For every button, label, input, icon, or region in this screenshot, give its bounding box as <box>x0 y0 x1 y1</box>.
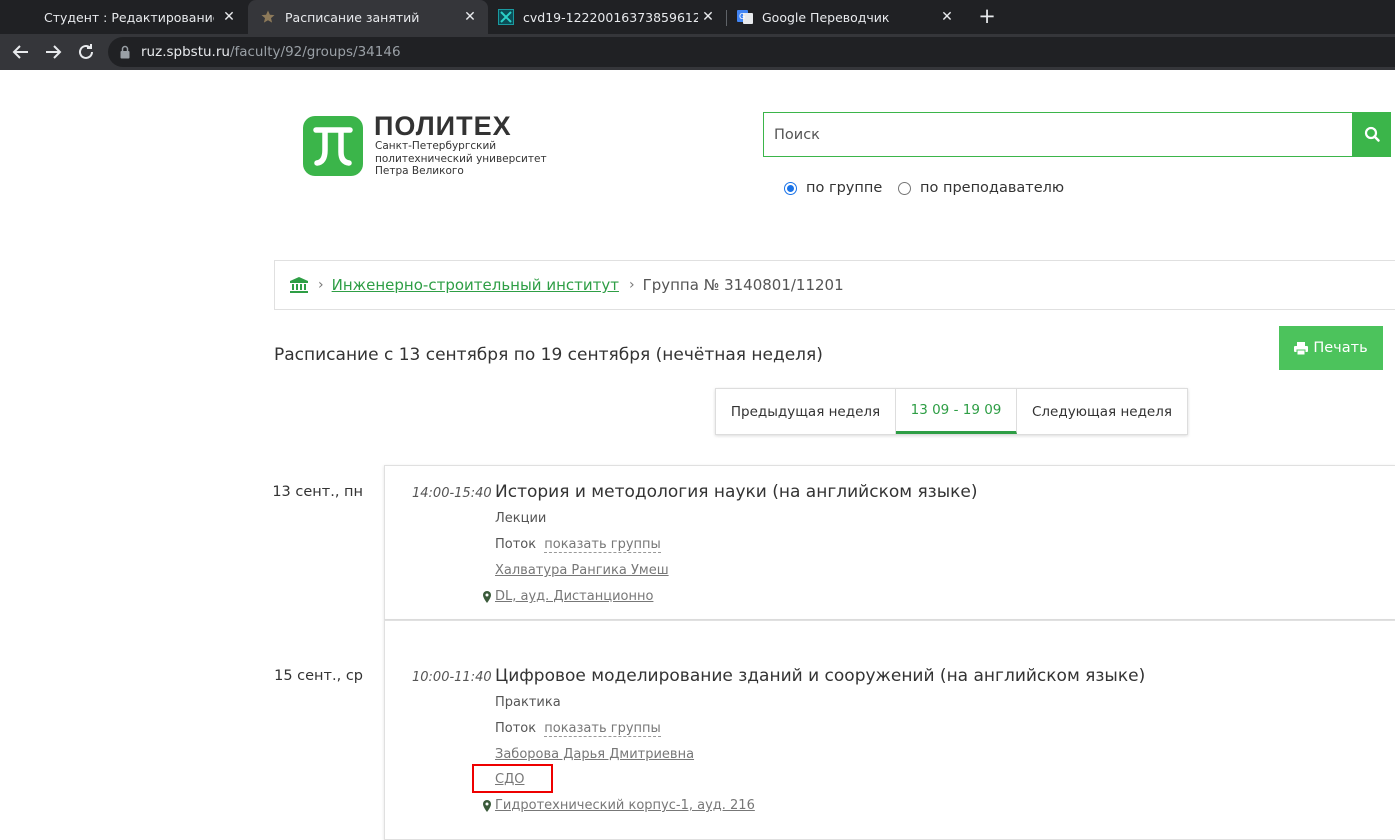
close-icon[interactable]: ✕ <box>462 9 478 25</box>
radio-by-group-label: по группе <box>806 180 883 196</box>
radio-by-teacher-label: по преподавателю <box>920 180 1065 196</box>
page-content: ПОЛИТЕХ Санкт-Петербургский политехничес… <box>0 70 1395 840</box>
svg-text:G: G <box>739 12 745 21</box>
lesson-place: Гидротехнический корпус-1, ауд. 216 <box>483 798 755 813</box>
brand-subtitle: Санкт-Петербургский политехнический унив… <box>375 140 575 178</box>
lesson-place: DL, ауд. Дистанционно <box>483 589 653 604</box>
browser-tab-title: Google Переводчик <box>762 9 890 25</box>
day-date: 15 сент., ср <box>274 668 363 684</box>
lesson-time: 14:00-15:40 <box>412 486 492 501</box>
home-institution-icon[interactable] <box>290 277 308 293</box>
schedule-title: Расписание с 13 сентября по 19 сентября … <box>274 345 823 365</box>
close-icon[interactable]: ✕ <box>221 9 237 25</box>
print-button-label: Печать <box>1313 340 1368 356</box>
show-groups-link[interactable]: показать группы <box>544 537 661 553</box>
brand-subtitle-line: политехнический университет <box>375 152 547 165</box>
stream-label: Поток <box>495 537 537 552</box>
browser-tab[interactable]: G Google Переводчик ✕ <box>727 0 965 34</box>
lesson-teacher: Заборова Дарья Дмитриевна <box>495 747 694 762</box>
browser-tab-title: Студент : Редактирование комм <box>44 9 214 25</box>
radio-by-group[interactable]: по группе <box>784 180 882 196</box>
next-week-button[interactable]: Следующая неделя <box>1017 389 1187 434</box>
browser-tab-title: cvd19-12220016373859612523 <box>523 9 698 25</box>
browser-tab[interactable]: cvd19-12220016373859612523 ✕ <box>488 0 726 34</box>
address-bar[interactable]: ruz.spbstu.ru/faculty/92/groups/34146 <box>108 37 1395 67</box>
day-date: 13 сент., пн <box>272 484 363 500</box>
browser-tab-title: Расписание занятий <box>285 9 420 25</box>
stream-label: Поток <box>495 721 537 736</box>
browser-tab[interactable]: Студент : Редактирование комм ✕ <box>0 0 247 34</box>
radio-button[interactable] <box>898 181 911 195</box>
lesson-subject: История и методология науки (на английск… <box>495 482 978 502</box>
show-groups-link[interactable]: показать группы <box>544 721 661 737</box>
breadcrumb-institute-link[interactable]: Инженерно-строительный институт <box>332 276 619 294</box>
site-favicon-icon <box>498 9 514 25</box>
url-path: /faculty/92/groups/34146 <box>229 44 401 60</box>
browser-tab-strip: Студент : Редактирование комм ✕ Расписан… <box>0 0 1395 34</box>
forward-button[interactable] <box>41 40 65 64</box>
polytech-logo[interactable] <box>303 116 363 176</box>
google-translate-icon: G <box>737 10 753 24</box>
brand-title: ПОЛИТЕХ <box>374 111 512 141</box>
arrow-right-icon <box>46 45 62 59</box>
map-pin-icon <box>483 800 491 812</box>
printer-icon <box>1294 341 1309 355</box>
week-navigation: Предыдущая неделя 13 09 - 19 09 Следующа… <box>715 388 1188 435</box>
search-box <box>763 112 1353 157</box>
lock-icon <box>120 45 130 59</box>
new-tab-button[interactable]: + <box>976 6 998 28</box>
star-icon <box>261 10 275 23</box>
search-icon <box>1364 126 1380 142</box>
chevron-right-icon: › <box>318 277 324 293</box>
radio-button-selected[interactable] <box>784 181 797 195</box>
place-link[interactable]: DL, ауд. Дистанционно <box>495 589 653 604</box>
browser-tab-active[interactable]: Расписание занятий ✕ <box>248 0 488 34</box>
close-icon[interactable]: ✕ <box>700 9 716 25</box>
breadcrumb-group: Группа № 3140801/11201 <box>642 276 844 294</box>
lesson-subject: Цифровое моделирование зданий и сооружен… <box>495 666 1146 686</box>
search-input[interactable] <box>764 113 1352 156</box>
search-button[interactable] <box>1353 112 1391 157</box>
lesson-teacher: Халватура Рангика Умеш <box>495 563 669 578</box>
map-pin-icon <box>483 591 491 603</box>
brand-subtitle-line: Санкт-Петербургский <box>375 140 497 152</box>
lesson-time: 10:00-11:40 <box>412 670 492 685</box>
prev-week-button[interactable]: Предыдущая неделя <box>716 389 896 434</box>
chevron-right-icon: › <box>628 277 635 293</box>
teacher-link[interactable]: Халватура Рангика Умеш <box>495 563 669 578</box>
highlight-annotation-box <box>472 764 553 793</box>
teacher-link[interactable]: Заборова Дарья Дмитриевна <box>495 747 694 762</box>
day-card: 10:00-11:40 Цифровое моделирование здани… <box>384 620 1395 840</box>
lesson-stream: Поток показать группы <box>495 721 661 737</box>
radio-by-teacher[interactable]: по преподавателю <box>898 180 1064 196</box>
lesson-type: Лекции <box>495 511 547 526</box>
current-week-tab[interactable]: 13 09 - 19 09 <box>896 389 1017 434</box>
brand-subtitle-line: Петра Великого <box>375 165 464 177</box>
close-icon[interactable]: ✕ <box>939 9 955 25</box>
print-button[interactable]: Печать <box>1279 326 1383 370</box>
reload-button[interactable] <box>74 40 98 64</box>
reload-icon <box>79 44 93 59</box>
day-card: 14:00-15:40 История и методология науки … <box>384 465 1395 620</box>
url-host: ruz.spbstu.ru <box>141 44 230 60</box>
place-link[interactable]: Гидротехнический корпус-1, ауд. 216 <box>495 798 755 813</box>
breadcrumb: › Инженерно-строительный институт › Груп… <box>274 260 1395 310</box>
lesson-stream: Поток показать группы <box>495 537 661 553</box>
lesson-type: Практика <box>495 695 561 710</box>
pi-logo-icon <box>313 127 353 166</box>
arrow-left-icon <box>12 45 28 59</box>
back-button[interactable] <box>9 40 33 64</box>
browser-toolbar: ruz.spbstu.ru/faculty/92/groups/34146 <box>0 34 1395 70</box>
url-text: ruz.spbstu.ru/faculty/92/groups/34146 <box>141 44 401 60</box>
